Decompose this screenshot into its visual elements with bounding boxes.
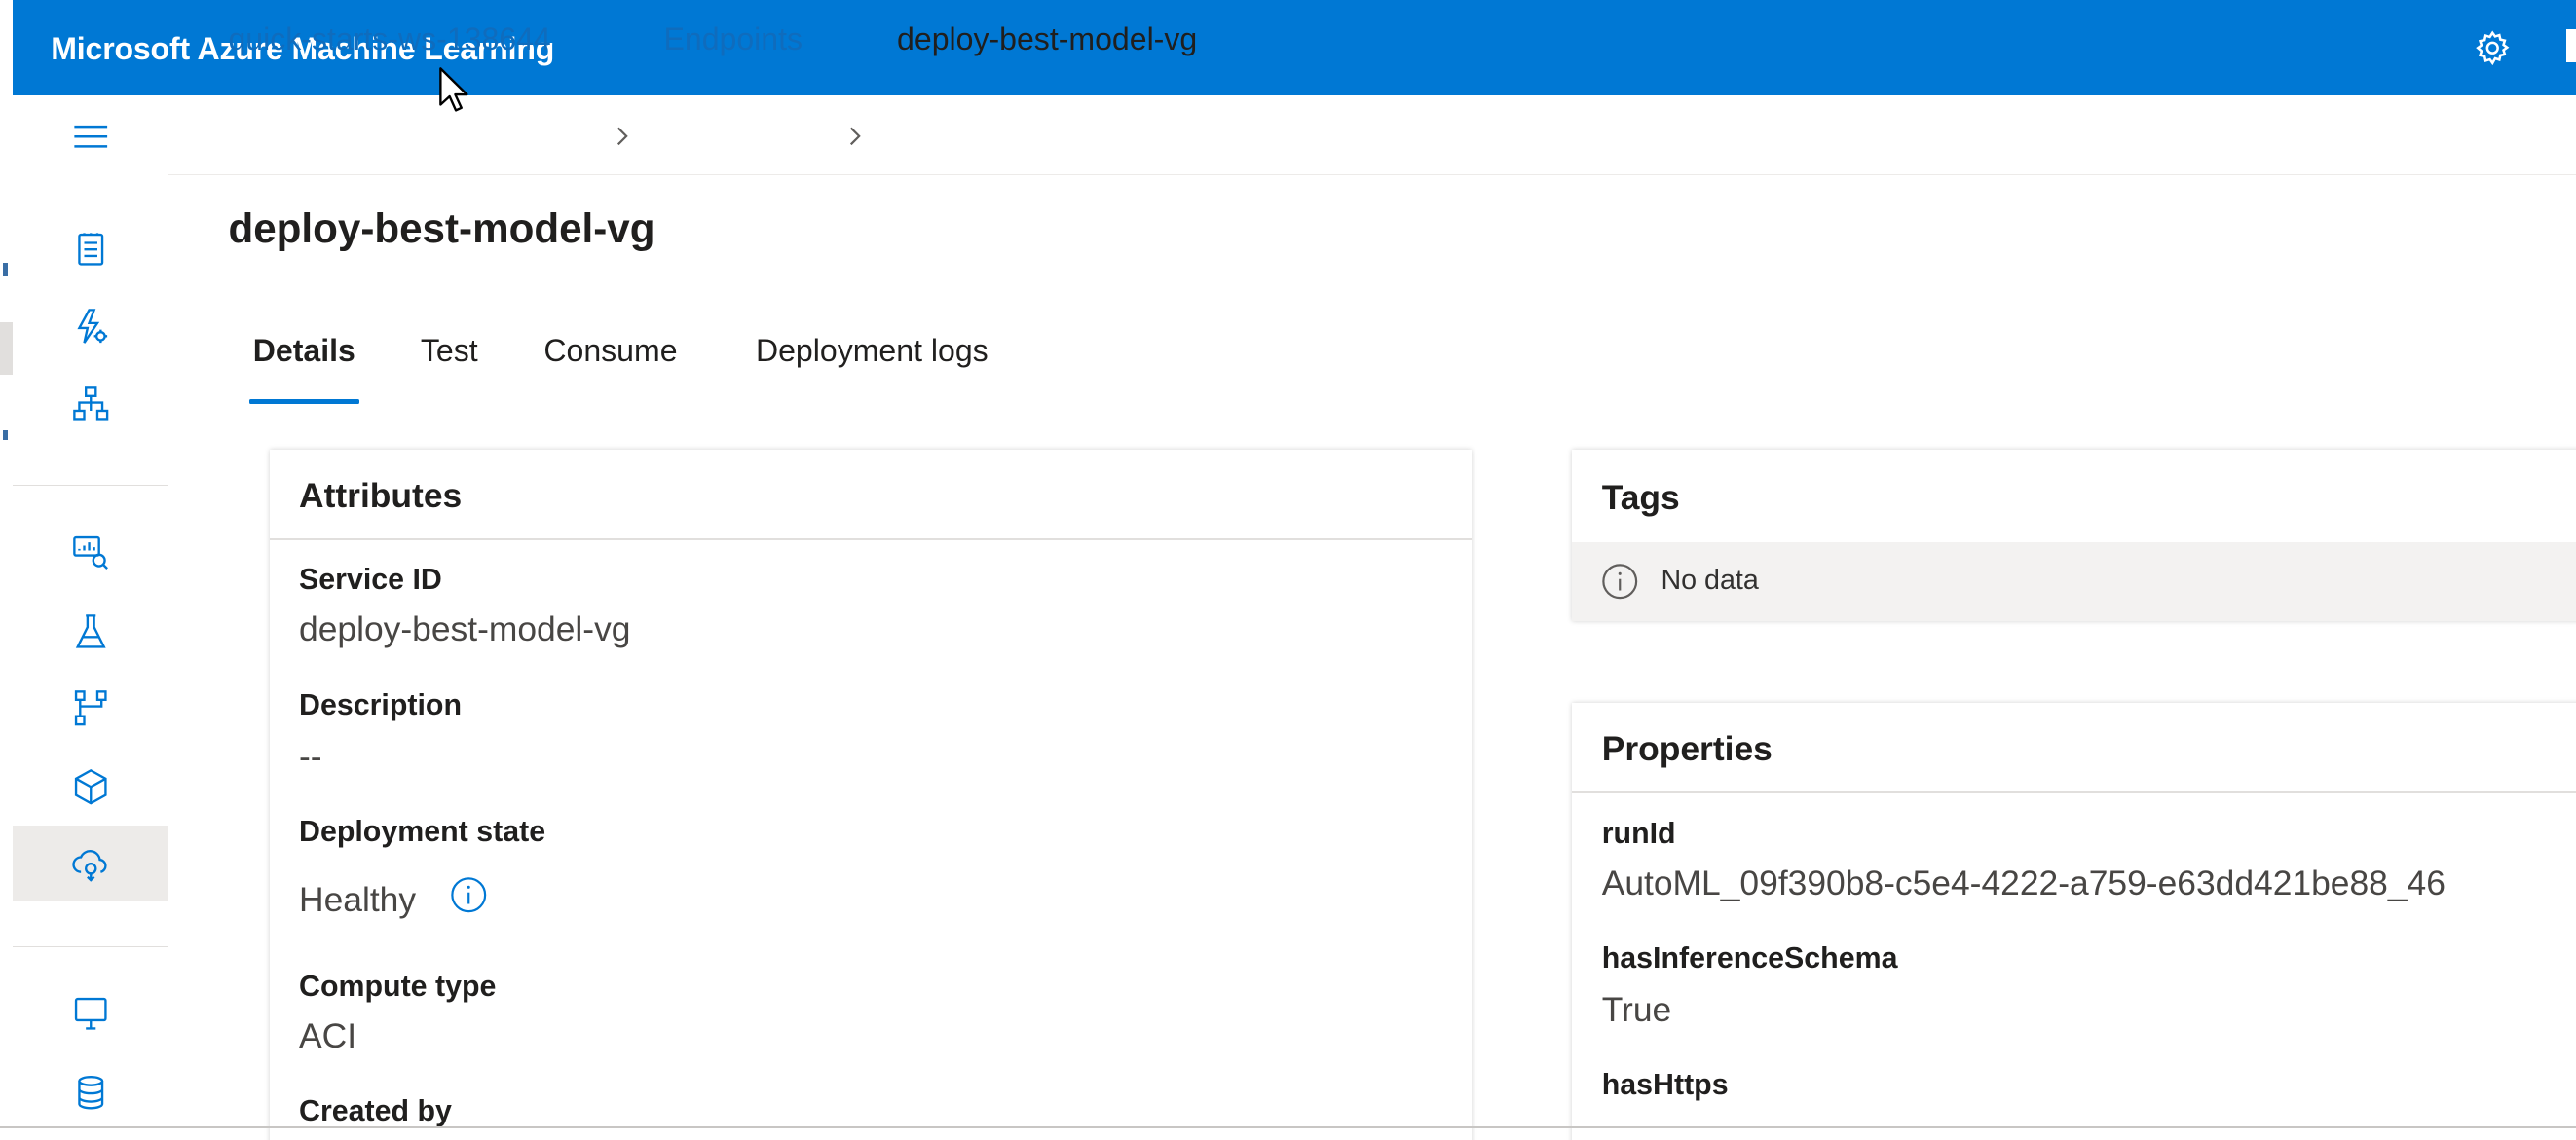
notebook-icon	[77, 233, 103, 266]
info-icon	[1602, 564, 1638, 600]
nav-automated-ml[interactable]	[13, 289, 168, 365]
nav-notebooks[interactable]	[13, 212, 168, 288]
experiments-icon	[75, 614, 106, 648]
tab-details[interactable]: Details	[253, 333, 355, 369]
mouse-cursor-icon	[438, 67, 468, 113]
endpoints-icon	[71, 850, 107, 882]
no-data-text: No data	[1661, 565, 1759, 597]
breadcrumb-endpoints[interactable]: Endpoints	[664, 21, 803, 57]
page-title: deploy-best-model-vg	[228, 204, 655, 251]
created-by-label: Created by	[299, 1095, 452, 1128]
deployment-state-value: Healthy	[299, 880, 417, 920]
viewport: Microsoft Azure Machine Learning quick-s…	[0, 0, 2576, 1140]
nav-experiments[interactable]	[13, 595, 168, 671]
attributes-card	[269, 450, 1473, 1140]
models-icon	[74, 768, 107, 805]
nav-compute[interactable]	[13, 975, 168, 1051]
tab-test[interactable]: Test	[421, 333, 478, 369]
datasets-icon	[72, 535, 108, 570]
run-id-label: runId	[1601, 818, 1676, 851]
divider	[1572, 791, 2576, 793]
breadcrumb	[168, 95, 2576, 175]
run-id-value: AutoML_09f390b8-c5e4-4222-a759-e63dd421b…	[1601, 864, 2445, 903]
pipelines-icon	[74, 689, 107, 726]
attributes-title: Attributes	[299, 476, 463, 516]
nav-endpoints[interactable]	[13, 826, 168, 902]
menu-button[interactable]	[13, 98, 168, 174]
compute-type-label: Compute type	[299, 970, 497, 1003]
nav-designer[interactable]	[13, 366, 168, 442]
tags-title: Tags	[1601, 477, 1680, 517]
description-value: --	[299, 737, 322, 777]
info-icon[interactable]	[449, 875, 488, 914]
service-id-label: Service ID	[299, 563, 442, 596]
nav-datasets[interactable]	[13, 514, 168, 590]
left-nav	[13, 94, 169, 1140]
hamburger-menu-icon	[73, 125, 107, 148]
service-id-value: deploy-best-model-vg	[299, 608, 631, 648]
has-https-label: hasHttps	[1601, 1069, 1729, 1102]
breadcrumb-current: deploy-best-model-vg	[897, 20, 1198, 56]
datastores-icon	[77, 1075, 103, 1109]
tab-deployment-logs[interactable]: Deployment logs	[756, 333, 989, 369]
tab-active-indicator	[249, 398, 360, 404]
compute-icon	[74, 997, 107, 1030]
description-label: Description	[299, 689, 463, 722]
chevron-right-icon	[616, 127, 628, 146]
tab-consume[interactable]: Consume	[543, 333, 677, 369]
account-button-edge[interactable]	[2565, 29, 2576, 63]
deployment-state-label: Deployment state	[299, 816, 546, 849]
automl-icon	[76, 309, 107, 345]
nav-models[interactable]	[13, 749, 168, 825]
divider	[269, 538, 1473, 540]
gear-icon[interactable]	[2473, 28, 2512, 67]
has-inference-schema-value: True	[1601, 990, 1672, 1030]
compute-type-value: ACI	[299, 1016, 357, 1056]
left-window-edge	[0, 0, 14, 1140]
chevron-right-icon	[850, 127, 861, 146]
has-inference-schema-label: hasInferenceSchema	[1601, 942, 1898, 975]
window-bottom-edge	[0, 1126, 2576, 1128]
nav-datastores[interactable]	[13, 1054, 168, 1130]
designer-icon	[72, 386, 108, 421]
nav-pipelines[interactable]	[13, 670, 168, 746]
properties-title: Properties	[1601, 728, 1773, 768]
breadcrumb-workspace[interactable]: quick-starts-ws-138644	[228, 21, 550, 57]
